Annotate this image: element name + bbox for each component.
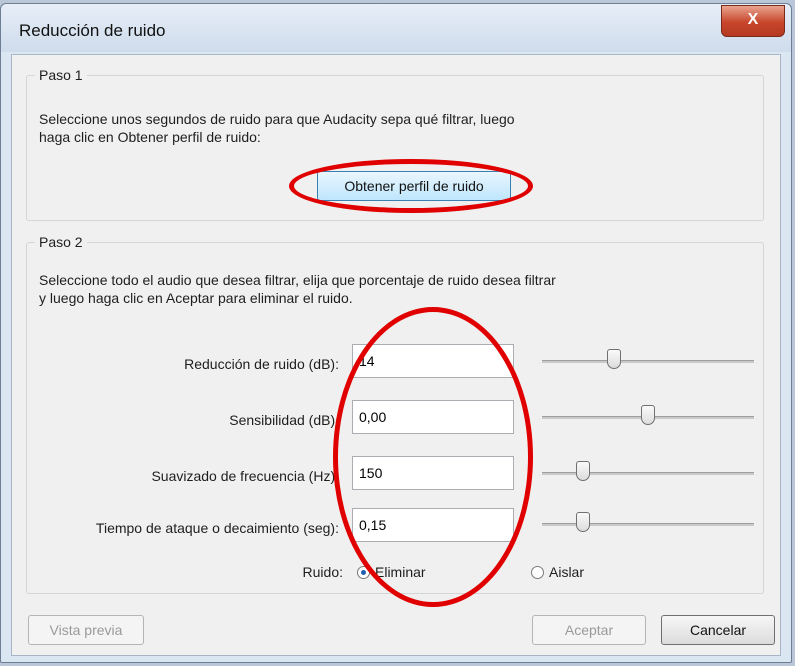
- step1-description-line2: haga clic en Obtener perfil de ruido:: [39, 129, 261, 145]
- step2-description-line2: y luego haga clic en Aceptar para elimin…: [39, 290, 353, 306]
- slider-track: [542, 523, 754, 526]
- noise-mode-label: Ruido:: [302, 564, 343, 580]
- step2-description: Seleccione todo el audio que desea filtr…: [39, 271, 556, 307]
- dialog-body: Paso 1 Seleccione unos segundos de ruido…: [11, 54, 781, 656]
- slider-track: [542, 472, 754, 475]
- slider-thumb[interactable]: [576, 512, 590, 532]
- slider-thumb[interactable]: [576, 461, 590, 481]
- slider-track: [542, 360, 754, 363]
- radio-isolate-indicator[interactable]: [531, 566, 544, 579]
- step2-description-line1: Seleccione todo el audio que desea filtr…: [39, 272, 556, 288]
- step2-label: Paso 2: [35, 234, 87, 250]
- window-title: Reducción de ruido: [19, 21, 166, 40]
- frequency-smoothing-label: Suavizado de frecuencia (Hz):: [151, 468, 339, 484]
- noise-reduction-dialog: Reducción de ruido X Paso 1 Seleccione u…: [0, 3, 792, 663]
- cancel-button[interactable]: Cancelar: [661, 615, 775, 645]
- frequency-smoothing-slider[interactable]: [542, 461, 754, 485]
- close-button[interactable]: X: [721, 5, 785, 37]
- attack-decay-label: Tiempo de ataque o decaimiento (seg):: [95, 520, 339, 536]
- sensitivity-label: Sensibilidad (dB):: [229, 412, 339, 428]
- sensitivity-slider[interactable]: [542, 405, 754, 429]
- title-bar: Reducción de ruido X: [1, 4, 791, 52]
- step1-description: Seleccione unos segundos de ruido para q…: [39, 110, 515, 146]
- step1-group: Paso 1 Seleccione unos segundos de ruido…: [26, 67, 764, 221]
- red-highlight-ellipse-button: [289, 159, 533, 213]
- slider-thumb[interactable]: [641, 405, 655, 425]
- noise-reduction-label: Reducción de ruido (dB):: [184, 356, 339, 372]
- accept-button[interactable]: Aceptar: [532, 615, 646, 645]
- step1-label: Paso 1: [35, 67, 87, 83]
- step1-description-line1: Seleccione unos segundos de ruido para q…: [39, 111, 515, 127]
- noise-reduction-slider[interactable]: [542, 349, 754, 373]
- red-highlight-ellipse-fields: [333, 307, 533, 607]
- radio-isolate[interactable]: Aislar: [531, 564, 584, 580]
- close-icon: X: [747, 11, 759, 28]
- step2-group: Paso 2 Seleccione todo el audio que dese…: [26, 234, 764, 607]
- attack-decay-slider[interactable]: [542, 512, 754, 536]
- preview-button[interactable]: Vista previa: [28, 615, 144, 645]
- slider-thumb[interactable]: [607, 349, 621, 369]
- radio-isolate-label: Aislar: [549, 564, 585, 580]
